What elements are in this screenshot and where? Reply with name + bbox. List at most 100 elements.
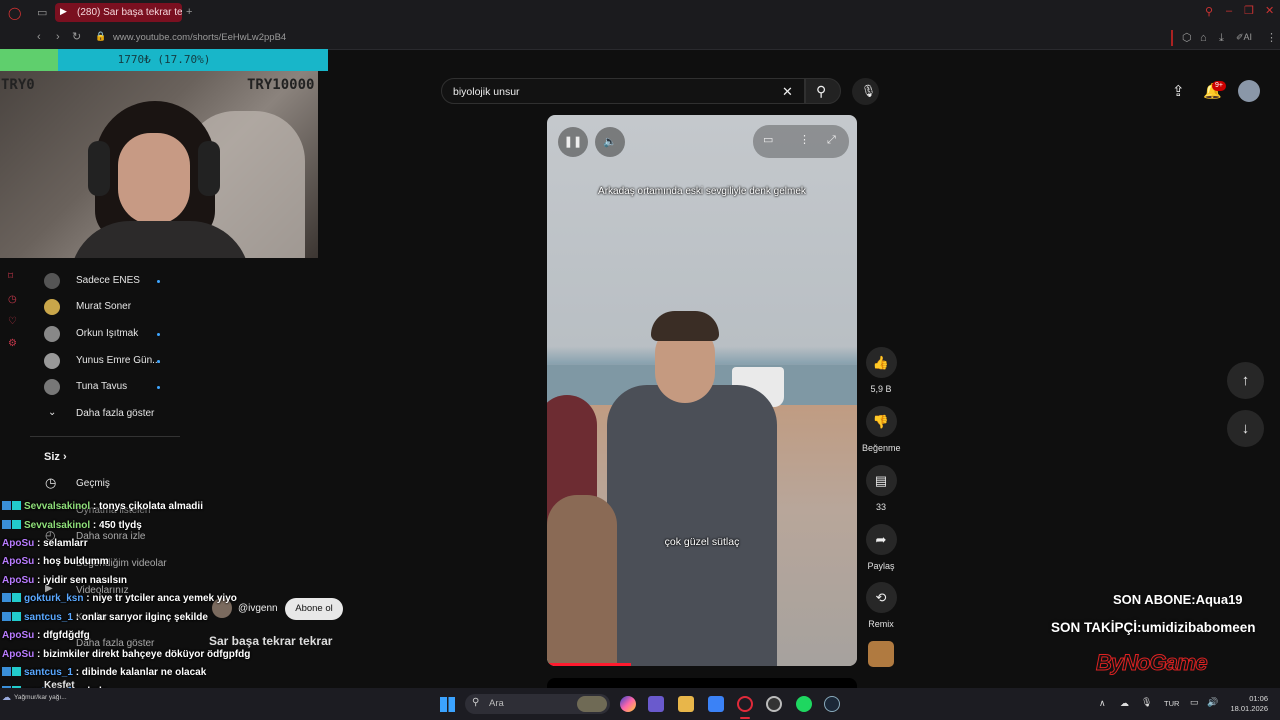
arrow-up-icon: ↑ [1241, 372, 1250, 389]
chat-badge-icon [12, 501, 21, 510]
donation-goal-bar: 1770₺ (17.70%) [0, 49, 328, 71]
share-icon: ➦ [865, 524, 897, 555]
teams-icon[interactable] [648, 696, 664, 712]
thumbs-up-icon: 👍 [865, 347, 897, 378]
sidebar-item-label: Geçmiş [76, 478, 110, 489]
search-icon: ⚲ [472, 697, 480, 708]
back-icon[interactable]: ‹ [37, 32, 41, 43]
wifi-icon[interactable]: ▭ [1190, 698, 1199, 707]
taskbar-search[interactable]: ⚲ Ara [465, 694, 610, 714]
next-short-button[interactable]: ↓ [1227, 410, 1264, 447]
close-window-icon[interactable]: ✕ [1265, 6, 1274, 17]
url-field[interactable]: www.youtube.com/shorts/EeHwLw2ppB4 [113, 32, 286, 43]
chat-username[interactable]: ApoSu [2, 630, 34, 641]
mute-button[interactable]: 🔈 [595, 127, 625, 157]
pinboard-icon[interactable]: ♡ [8, 316, 20, 328]
sidebar-item-label: Orkun Işıtmak [76, 328, 139, 339]
forward-icon[interactable]: › [56, 32, 60, 43]
system-clock[interactable]: 01:06 18.01.2026 [1222, 694, 1268, 714]
download-icon[interactable]: ⤓ [1219, 33, 1224, 44]
weather-icon[interactable]: ☁ [2, 693, 11, 702]
chat-username[interactable]: ApoSu [2, 556, 34, 567]
video-progress-bar[interactable] [547, 663, 631, 666]
sidebar-item-sub-0[interactable]: Sadece ENES [44, 271, 174, 291]
steam-icon[interactable] [824, 696, 840, 712]
fullscreen-icon[interactable]: ⤢ [827, 135, 836, 146]
voice-search-button[interactable]: 🎙 [852, 78, 879, 105]
clear-search-icon[interactable]: ✕ [782, 85, 793, 98]
pause-button[interactable]: ❚❚ [558, 127, 588, 157]
copilot-icon[interactable] [620, 696, 636, 712]
new-tab-icon[interactable]: + [186, 7, 192, 18]
network-tray-icon[interactable]: ☁ [1120, 699, 1129, 708]
tab-title: (280) Sar başa tekrar te [77, 7, 182, 18]
share-button[interactable]: ➦ Paylaş [862, 524, 900, 571]
chat-username[interactable]: santcus_1 [24, 667, 73, 678]
notification-count-badge: 9+ [1212, 81, 1226, 91]
chat-username[interactable]: gokturk_ksn [24, 593, 83, 604]
more-options-icon[interactable]: ⋮ [799, 135, 810, 146]
captions-icon[interactable]: ▭ [763, 135, 773, 146]
previous-short-button[interactable]: ↑ [1227, 362, 1264, 399]
subscribe-button[interactable]: Abone ol [285, 598, 343, 620]
workspace-icon[interactable]: ▭ [37, 8, 47, 19]
shorts-video-player[interactable]: ❚❚ 🔈 ▭ ⋮ ⤢ Arkadaş ortamında eski sevgil… [547, 115, 857, 666]
obs-icon[interactable] [766, 696, 782, 712]
sidebar-item-history[interactable]: ◷ Geçmiş [44, 474, 174, 494]
chat-badge-icon [12, 593, 21, 602]
bookmark-icon[interactable]: ⌑ [8, 271, 20, 283]
upload-icon[interactable]: ⇪ [1172, 84, 1185, 99]
chat-username[interactable]: ApoSu [2, 575, 34, 586]
last-follower-overlay: SON TAKİPÇİ:umidizibabomeen [1051, 620, 1256, 635]
chat-text: : bizimkiler direkt bahçeye döküyor ödfg… [34, 649, 251, 660]
account-avatar[interactable] [1238, 80, 1260, 102]
extensions-icon[interactable]: ⬡ [1182, 33, 1192, 44]
next-short-preview [547, 678, 857, 688]
dislike-button[interactable]: 👎 Beğenme [862, 406, 901, 453]
windows-taskbar: ⚲ Ara ☁ Yağmur/kar yağı... ∧ ☁ 🎙 TUR ▭ 🔊… [0, 688, 1280, 720]
maximize-icon[interactable]: ❐ [1244, 6, 1254, 17]
search-tabs-icon[interactable]: ⚲ [1205, 7, 1213, 18]
comments-button[interactable]: ▤ 33 [862, 465, 900, 512]
tray-overflow-icon[interactable]: ∧ [1099, 699, 1106, 708]
opera-logo-icon[interactable]: ◯ [8, 7, 21, 19]
snapshot-icon[interactable]: ⌂ [1200, 33, 1207, 44]
active-tab[interactable]: ▶ (280) Sar başa tekrar te [55, 3, 182, 22]
todo-icon[interactable] [708, 696, 724, 712]
avatar [44, 379, 60, 395]
chat-message: Sevvalsakinol : 450 tlydş [2, 520, 142, 531]
sound-thumbnail[interactable] [868, 641, 894, 667]
reload-icon[interactable]: ↻ [72, 32, 81, 43]
sidebar-item-sub-2[interactable]: Orkun Işıtmak [44, 324, 174, 344]
chat-username[interactable]: Sevvalsakinol [24, 501, 90, 512]
remix-button[interactable]: ⟲ Remix [862, 582, 900, 629]
chat-username[interactable]: Sevvalsakinol [24, 520, 90, 531]
show-more-subscriptions[interactable]: ⌄ Daha fazla göster [44, 404, 174, 424]
like-button[interactable]: 👍 5,9 B [862, 347, 900, 394]
windows-start-icon[interactable] [440, 697, 455, 712]
sidebar-section-you[interactable]: Siz › [44, 451, 67, 463]
mic-tray-icon[interactable]: 🎙 [1141, 698, 1152, 707]
history-icon: ◷ [45, 475, 57, 490]
weather-text: Yağmur/kar yağı... [14, 694, 67, 701]
opera-gx-icon[interactable] [737, 696, 753, 712]
menu-icon[interactable]: ⋮ [1266, 33, 1277, 44]
search-button[interactable]: ⚲ [805, 78, 841, 104]
ai-icon[interactable]: ✐AI [1236, 33, 1252, 42]
author-handle[interactable]: @ivgenn [238, 603, 278, 614]
chat-username[interactable]: santcus_1 [24, 612, 73, 623]
chat-username[interactable]: ApoSu [2, 538, 34, 549]
chat-username[interactable]: ApoSu [2, 649, 34, 660]
short-title: Sar başa tekrar tekrar [209, 634, 333, 648]
language-indicator[interactable]: TUR [1164, 699, 1179, 708]
spotify-icon[interactable] [796, 696, 812, 712]
search-input[interactable] [453, 84, 753, 100]
sidebar-item-sub-1[interactable]: Murat Soner [44, 297, 174, 317]
sidebar-item-sub-3[interactable]: Yunus Emre Gün... [44, 351, 174, 371]
history-rail-icon[interactable]: ◷ [8, 294, 20, 306]
file-explorer-icon[interactable] [678, 696, 694, 712]
settings-icon[interactable]: ⚙ [8, 338, 20, 350]
volume-icon[interactable]: 🔊 [1207, 698, 1218, 707]
minimize-icon[interactable]: – [1226, 6, 1232, 17]
sidebar-item-sub-4[interactable]: Tuna Tavus [44, 377, 174, 397]
